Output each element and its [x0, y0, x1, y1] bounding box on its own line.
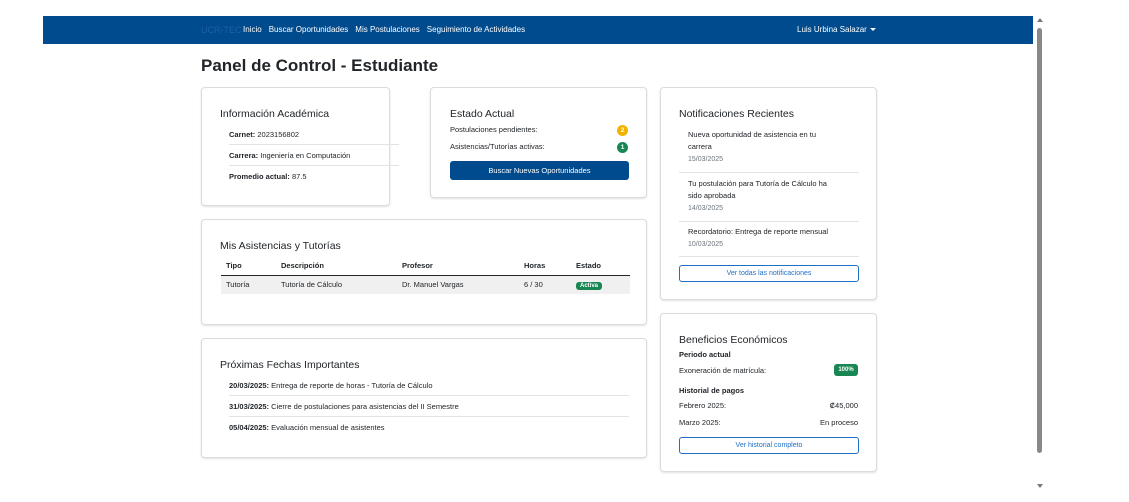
active-assistances-label: Asistencias/Tutorías activas:	[450, 142, 545, 151]
vertical-scrollbar[interactable]	[1034, 16, 1046, 490]
notification-item[interactable]: Recordatorio: Entrega de reporte mensual…	[688, 226, 828, 248]
divider	[679, 172, 859, 173]
nav-link-inicio[interactable]: Inicio	[243, 25, 262, 34]
nav-link-seguimiento[interactable]: Seguimiento de Actividades	[427, 25, 525, 34]
table-header-row: Tipo Descripción Profesor Horas Estado	[221, 256, 630, 276]
pending-count-badge: 2	[617, 125, 628, 136]
date-item: 05/04/2025: Evaluación mensual de asiste…	[229, 423, 385, 432]
divider	[229, 144, 399, 145]
notification-text: carrera	[688, 142, 712, 151]
search-opportunities-button[interactable]: Buscar Nuevas Oportunidades	[450, 161, 629, 180]
assistances-table: Tipo Descripción Profesor Horas Estado T…	[221, 256, 630, 294]
notification-text: Tu postulación para Tutoría de Cálculo h…	[688, 179, 827, 188]
notification-date: 14/03/2025	[688, 205, 724, 212]
divider	[229, 395, 629, 396]
notification-text: Recordatorio: Entrega de reporte mensual	[688, 227, 829, 236]
date-text: Evaluación mensual de asistentes	[271, 423, 385, 432]
browser-viewport: UCR-TEC Inicio Buscar Oportunidades Mis …	[0, 0, 1129, 502]
assistances-card: Mis Asistencias y Tutorías Tipo Descripc…	[201, 219, 647, 325]
divider	[679, 256, 859, 257]
academic-info-title: Información Académica	[220, 108, 330, 120]
col-estado: Estado	[571, 256, 630, 276]
notification-text: sido aprobada	[688, 191, 736, 200]
carnet-row: Carnet: 2023156802	[229, 130, 299, 139]
carrera-row: Carrera: Ingeniería en Computación	[229, 151, 350, 160]
status-badge: Activa	[576, 281, 603, 290]
date-value: 05/04/2025:	[229, 423, 270, 432]
divider	[229, 416, 629, 417]
notification-date: 15/03/2025	[688, 156, 724, 163]
benefits-card: Beneficios Económicos Periodo actual Exo…	[660, 313, 877, 472]
col-profesor: Profesor	[397, 256, 519, 276]
payment-month: Marzo 2025:	[679, 418, 721, 427]
divider	[229, 165, 399, 166]
col-descripcion: Descripción	[276, 256, 397, 276]
brand-logo[interactable]: UCR-TEC	[201, 25, 242, 35]
nav-link-buscar-oportunidades[interactable]: Buscar Oportunidades	[269, 25, 349, 34]
nav-link-mis-postulaciones[interactable]: Mis Postulaciones	[355, 25, 419, 34]
carnet-label: Carnet:	[229, 130, 256, 139]
date-value: 20/03/2025:	[229, 381, 270, 390]
view-all-notifications-button[interactable]: Ver todas las notificaciones	[679, 265, 859, 282]
carnet-value: 2023156802	[257, 130, 300, 139]
notifications-card: Notificaciones Recientes Nueva oportunid…	[660, 87, 877, 300]
promedio-label: Promedio actual:	[229, 172, 290, 181]
date-text: Entrega de reporte de horas - Tutoría de…	[271, 381, 433, 390]
divider	[679, 221, 859, 222]
notification-text: Nueva oportunidad de asistencia en tu	[688, 130, 817, 139]
notification-item[interactable]: Nueva oportunidad de asistencia en tu ca…	[688, 129, 816, 163]
important-dates-title: Próximas Fechas Importantes	[220, 359, 360, 371]
notifications-title: Notificaciones Recientes	[679, 108, 794, 120]
date-text: Cierre de postulaciones para asistencias…	[271, 402, 459, 411]
chevron-down-icon	[869, 28, 876, 32]
col-tipo: Tipo	[221, 256, 276, 276]
user-menu[interactable]: Luis Urbina Salazar	[797, 25, 876, 34]
date-item: 31/03/2025: Cierre de postulaciones para…	[229, 402, 459, 411]
carrera-label: Carrera:	[229, 151, 259, 160]
carrera-value: Ingeniería en Computación	[260, 151, 351, 160]
benefits-title: Beneficios Económicos	[679, 334, 788, 346]
important-dates-card: Próximas Fechas Importantes 20/03/2025: …	[201, 338, 647, 458]
payment-amount: En proceso	[820, 418, 858, 427]
pending-applications-label: Postulaciones pendientes:	[450, 125, 538, 134]
cell-estado: Activa	[571, 275, 630, 294]
top-navbar: UCR-TEC Inicio Buscar Oportunidades Mis …	[43, 16, 1033, 44]
user-name: Luis Urbina Salazar	[797, 25, 867, 34]
exoneration-label: Exoneración de matrícula:	[679, 366, 767, 375]
payment-month: Febrero 2025:	[679, 401, 727, 410]
promedio-value: 87.5	[291, 172, 307, 181]
scroll-down-icon[interactable]	[1037, 484, 1043, 488]
cell-descripcion: Tutoría de Cálculo	[276, 275, 397, 294]
date-item: 20/03/2025: Entrega de reporte de horas …	[229, 381, 433, 390]
cell-profesor: Dr. Manuel Vargas	[397, 275, 519, 294]
status-card: Estado Actual Postulaciones pendientes: …	[430, 87, 647, 198]
date-value: 31/03/2025:	[229, 402, 270, 411]
payment-amount: ₡45,000	[829, 401, 858, 410]
scroll-thumb[interactable]	[1037, 28, 1042, 453]
active-count-badge: 1	[617, 142, 628, 153]
payment-history-label: Historial de pagos	[679, 386, 745, 395]
scroll-up-icon[interactable]	[1037, 18, 1043, 22]
exoneration-badge: 100%	[834, 364, 858, 376]
assistances-title: Mis Asistencias y Tutorías	[220, 240, 341, 252]
page-title: Panel de Control - Estudiante	[201, 56, 439, 75]
cell-horas: 6 / 30	[519, 275, 571, 294]
table-row: Tutoría Tutoría de Cálculo Dr. Manuel Va…	[221, 275, 630, 294]
current-period-label: Periodo actual	[679, 350, 731, 359]
notification-date: 10/03/2025	[688, 241, 724, 248]
col-horas: Horas	[519, 256, 571, 276]
notification-item[interactable]: Tu postulación para Tutoría de Cálculo h…	[688, 178, 827, 212]
status-title: Estado Actual	[450, 108, 515, 120]
academic-info-card: Información Académica Carnet: 2023156802…	[201, 87, 399, 206]
nav-links: Inicio Buscar Oportunidades Mis Postulac…	[243, 25, 525, 34]
promedio-row: Promedio actual: 87.5	[229, 172, 307, 181]
view-payment-history-button[interactable]: Ver historial completo	[679, 437, 859, 454]
cell-tipo: Tutoría	[221, 275, 276, 294]
